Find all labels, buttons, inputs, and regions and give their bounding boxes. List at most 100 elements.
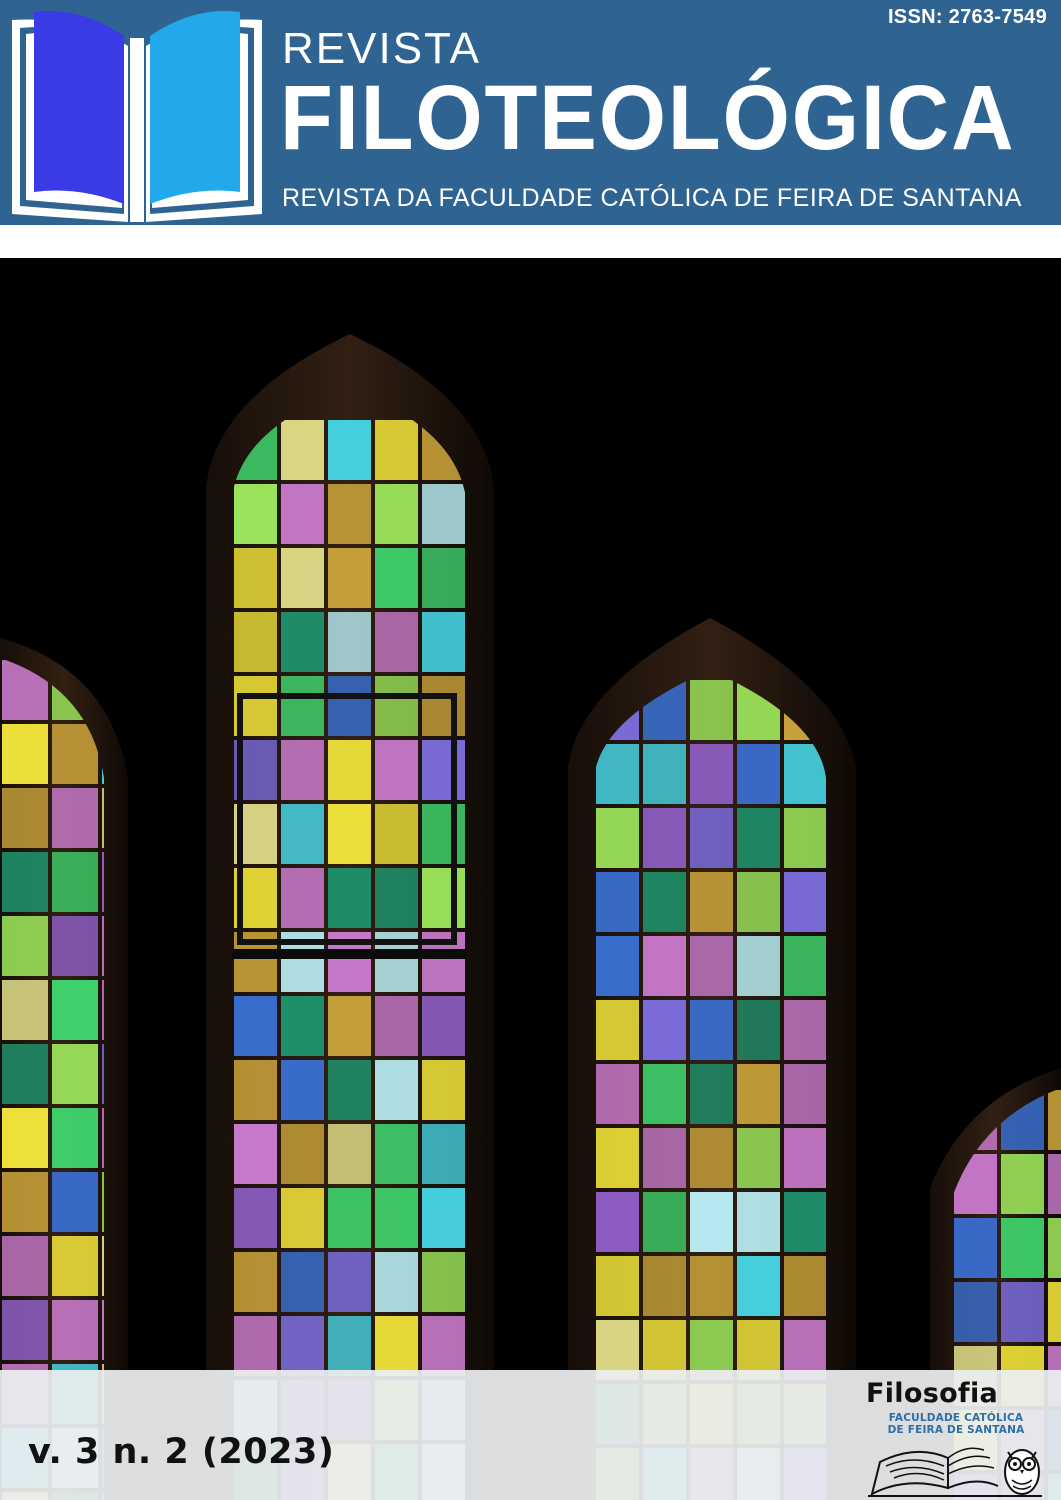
glass-pane [1001,1218,1044,1278]
glass-pane [690,1128,733,1188]
glass-pane [643,1192,686,1252]
glass-pane [596,1256,639,1316]
glass-pane [375,1252,418,1312]
glass-pane [234,548,277,608]
journal-subtitle: REVISTA DA FACULDADE CATÓLICA DE FEIRA D… [282,184,1022,212]
glass-pane [596,1064,639,1124]
glass-pane [2,1108,48,1168]
glass-pane [328,612,371,672]
glass-pane [643,1000,686,1060]
glass-pane [328,420,371,480]
glass-pane [375,676,418,736]
glass-pane [954,1282,997,1342]
glass-pane [281,484,324,544]
glass-pane [281,1060,324,1120]
glass-pane [52,852,98,912]
glass-pane [643,1128,686,1188]
glass-pane [328,804,371,864]
glass-pane [328,548,371,608]
glass-pane [737,936,780,996]
glass-pane [422,996,465,1056]
glass-pane [375,868,418,928]
glass-pane [234,1188,277,1248]
glass-pane [422,548,465,608]
glass-pane [375,1316,418,1376]
glass-pane [52,916,98,976]
glass-pane [234,1316,277,1376]
glass-pane [690,936,733,996]
glass-pane [596,744,639,804]
glass-pane [328,1060,371,1120]
glass-pane [328,676,371,736]
glass-pane [234,1252,277,1312]
glass-pane [1048,1218,1061,1278]
glass-pane [2,980,48,1040]
glass-pane [596,1000,639,1060]
glass-pane [422,484,465,544]
glass-pane [643,936,686,996]
glass-pane [281,1316,324,1376]
glass-pane [784,808,826,868]
glass-pane [954,1218,997,1278]
glass-pane [328,740,371,800]
glass-pane [422,868,465,928]
glass-pane [2,1300,48,1360]
glass-pane [422,676,465,736]
volume-issue-label: v. 3 n. 2 (2023) [28,1432,335,1472]
glass-pane [596,808,639,868]
glass-pane [422,1252,465,1312]
glass-pane [328,868,371,928]
glass-pane [422,740,465,800]
glass-pane [328,996,371,1056]
glass-pane [234,484,277,544]
stained-glass-windows-image [0,334,1061,1500]
glass-pane [784,1128,826,1188]
glass-pane [737,1256,780,1316]
glass-pane [690,872,733,932]
glass-pane [52,1044,98,1104]
glass-pane [281,868,324,928]
glass-pane [422,1188,465,1248]
glass-pane [737,744,780,804]
glass-pane [52,1172,98,1232]
glass-pane [2,1044,48,1104]
glass-pane [2,1172,48,1232]
glass-pane [737,1192,780,1252]
glass-pane [375,804,418,864]
glass-pane [328,1252,371,1312]
glass-pane [2,788,48,848]
glass-pane [234,1060,277,1120]
glass-pane [52,1236,98,1296]
glass-pane [596,936,639,996]
glass-pane [784,1192,826,1252]
glass-pane [643,1256,686,1316]
glass-pane [690,1064,733,1124]
glass-pane [596,1128,639,1188]
glass-pane [422,804,465,864]
glass-pane [737,808,780,868]
glass-pane [328,1124,371,1184]
glass-pane [281,1252,324,1312]
glass-pane [375,612,418,672]
glass-pane [690,1192,733,1252]
glass-pane [281,996,324,1056]
glass-pane [643,808,686,868]
glass-pane [737,1064,780,1124]
glass-pane [784,1064,826,1124]
glass-pane [643,872,686,932]
glass-pane [2,852,48,912]
department-institution-line2: DE FEIRA DE SANTANA [887,1424,1025,1436]
department-institution-line1: FACULDADE CATÓLICA [888,1412,1024,1424]
glass-pane [2,1236,48,1296]
glass-pane [690,744,733,804]
glass-pane [643,744,686,804]
glass-pane [234,996,277,1056]
glass-pane [690,808,733,868]
glass-pane [2,916,48,976]
glass-pane [281,1124,324,1184]
glass-pane [737,1000,780,1060]
open-book-icon [12,11,262,222]
journal-header: ISSN: 2763-7549 REVISTA FILOTEOLÓGICA RE… [0,0,1061,225]
glass-pane [328,484,371,544]
glass-pane [375,1124,418,1184]
